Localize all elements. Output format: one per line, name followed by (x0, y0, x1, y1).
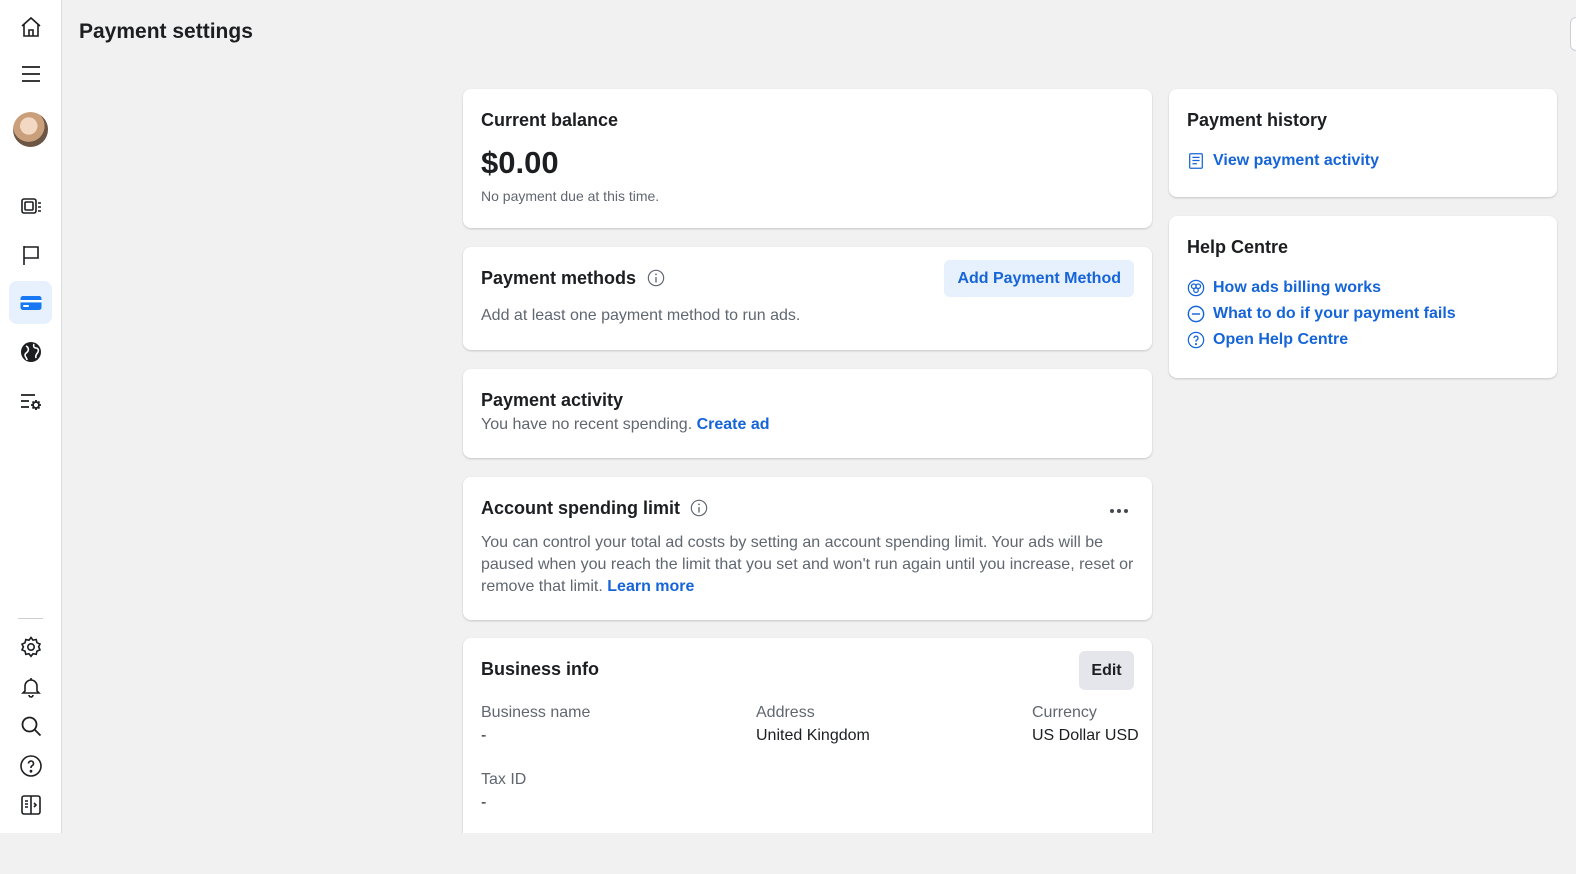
business-name-value: - (481, 727, 487, 744)
credit-card-icon[interactable] (9, 281, 52, 324)
add-payment-method-button[interactable]: Add Payment Method (944, 260, 1134, 297)
payment-activity-text: You have no recent spending. (481, 416, 693, 433)
spending-limit-header: Account spending limit (481, 498, 708, 519)
panel-toggle-icon[interactable] (9, 783, 52, 826)
left-sidebar (0, 0, 62, 833)
hamburger-menu-icon[interactable] (9, 52, 52, 95)
payment-activity-title: Payment activity (481, 390, 624, 410)
account-spending-limit-card: Account spending limit You can control y… (463, 477, 1152, 620)
gear-icon[interactable] (9, 625, 52, 668)
info-icon[interactable] (647, 269, 665, 287)
list-settings-icon[interactable] (9, 380, 52, 423)
help-icon[interactable] (9, 744, 52, 787)
spending-limit-body: You can control your total ad costs by s… (481, 532, 1136, 598)
create-ad-link[interactable]: Create ad (697, 416, 770, 433)
currency-value: US Dollar USD (1032, 727, 1139, 744)
business-info-card: Business info Edit Business name - Addre… (463, 638, 1152, 838)
help-centre-card: Help Centre How ads billing works What t… (1169, 216, 1557, 378)
view-payment-activity-row[interactable]: View payment activity (1187, 152, 1379, 170)
question-circle-icon (1187, 331, 1205, 349)
payment-methods-description: Add at least one payment method to run a… (481, 307, 801, 324)
address-label: Address (756, 704, 815, 721)
tax-id-label: Tax ID (481, 771, 527, 788)
current-balance-card: Current balance $0.00 No payment due at … (463, 89, 1152, 228)
avatar[interactable] (13, 112, 48, 147)
home-icon[interactable] (9, 5, 52, 48)
payment-history-card: Payment history View payment activity (1169, 89, 1557, 197)
help-centre-title: Help Centre (1187, 237, 1289, 257)
view-payment-activity-link[interactable]: View payment activity (1213, 152, 1379, 170)
search-icon[interactable] (9, 704, 52, 747)
payment-history-title: Payment history (1187, 110, 1328, 130)
learn-more-link[interactable]: Learn more (607, 578, 694, 595)
more-options-icon[interactable] (1106, 505, 1132, 517)
spending-limit-text: You can control your total ad costs by s… (481, 534, 1134, 595)
business-info-title: Business info (481, 659, 600, 679)
business-name-label: Business name (481, 704, 591, 721)
open-help-centre-link[interactable]: Open Help Centre (1213, 331, 1348, 349)
balance-amount: $0.00 (481, 145, 559, 180)
sidebar-divider (18, 618, 43, 619)
help-link-row[interactable]: What to do if your payment fails (1187, 305, 1456, 323)
billing-coins-icon (1187, 279, 1205, 297)
payment-methods-card: Payment methods Add Payment Method Add a… (463, 247, 1152, 350)
payment-methods-title: Payment methods (481, 268, 637, 288)
info-icon[interactable] (690, 499, 708, 517)
tax-id-value: - (481, 794, 487, 811)
globe-icon[interactable] (9, 330, 52, 373)
flag-icon[interactable] (9, 233, 52, 276)
bell-icon[interactable] (9, 665, 52, 708)
edit-button[interactable]: Edit (1079, 651, 1134, 690)
help-link-row[interactable]: How ads billing works (1187, 279, 1381, 297)
payment-fails-link[interactable]: What to do if your payment fails (1213, 305, 1456, 323)
spending-limit-title: Account spending limit (481, 498, 681, 518)
edge-panel-tab[interactable] (1570, 17, 1576, 51)
payment-methods-header: Payment methods (481, 268, 665, 289)
ads-manager-icon[interactable] (9, 185, 52, 228)
page-title: Payment settings (79, 20, 253, 43)
address-value: United Kingdom (756, 727, 870, 744)
currency-label: Currency (1032, 704, 1097, 721)
payment-activity-text-row: You have no recent spending. Create ad (481, 416, 770, 434)
payment-activity-card: Payment activity You have no recent spen… (463, 369, 1152, 458)
help-link-row[interactable]: Open Help Centre (1187, 331, 1348, 349)
bottom-strip (0, 833, 1576, 874)
balance-note: No payment due at this time. (481, 188, 660, 204)
minus-circle-icon (1187, 305, 1205, 323)
current-balance-title: Current balance (481, 110, 619, 130)
how-ads-billing-works-link[interactable]: How ads billing works (1213, 279, 1381, 297)
receipt-icon (1189, 153, 1203, 169)
